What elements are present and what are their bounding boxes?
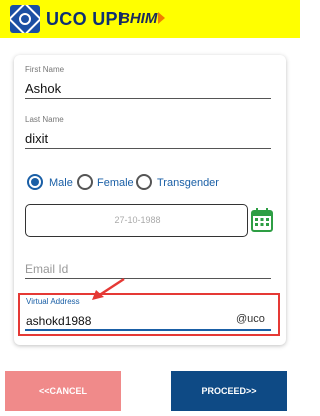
- radio-transgender[interactable]: [136, 174, 152, 190]
- email-underline: [25, 278, 271, 279]
- first-name-input[interactable]: Ashok: [25, 81, 61, 96]
- uco-logo-icon: [10, 5, 40, 33]
- radio-female[interactable]: [77, 174, 93, 190]
- app-header: UCO UPI BHIM: [0, 0, 300, 38]
- virtual-address-input[interactable]: ashokd1988: [26, 314, 91, 328]
- calendar-icon[interactable]: [251, 208, 273, 232]
- cancel-button[interactable]: <<CANCEL: [5, 371, 121, 411]
- virtual-address-underline: [25, 329, 271, 331]
- bhim-arrow-icon: [158, 12, 165, 24]
- radio-label-female: Female: [97, 177, 134, 189]
- email-input[interactable]: Email Id: [25, 262, 68, 276]
- last-name-input[interactable]: dixit: [25, 131, 48, 146]
- last-name-underline: [25, 148, 271, 149]
- radio-label-transgender: Transgender: [157, 177, 219, 189]
- radio-male[interactable]: [27, 174, 43, 190]
- virtual-address-suffix: @uco: [236, 313, 265, 325]
- brand-title: UCO UPI: [46, 9, 124, 29]
- radio-label-male: Male: [49, 177, 73, 189]
- dob-field[interactable]: 27-10-1988: [25, 204, 248, 237]
- first-name-label: First Name: [25, 65, 65, 74]
- proceed-button[interactable]: PROCEED>>: [171, 371, 287, 411]
- bhim-logo: BHIM: [119, 10, 158, 27]
- dob-value: 27-10-1988: [114, 215, 161, 225]
- first-name-underline: [25, 98, 271, 99]
- last-name-label: Last Name: [25, 115, 64, 124]
- virtual-address-label: Virtual Address: [26, 297, 80, 306]
